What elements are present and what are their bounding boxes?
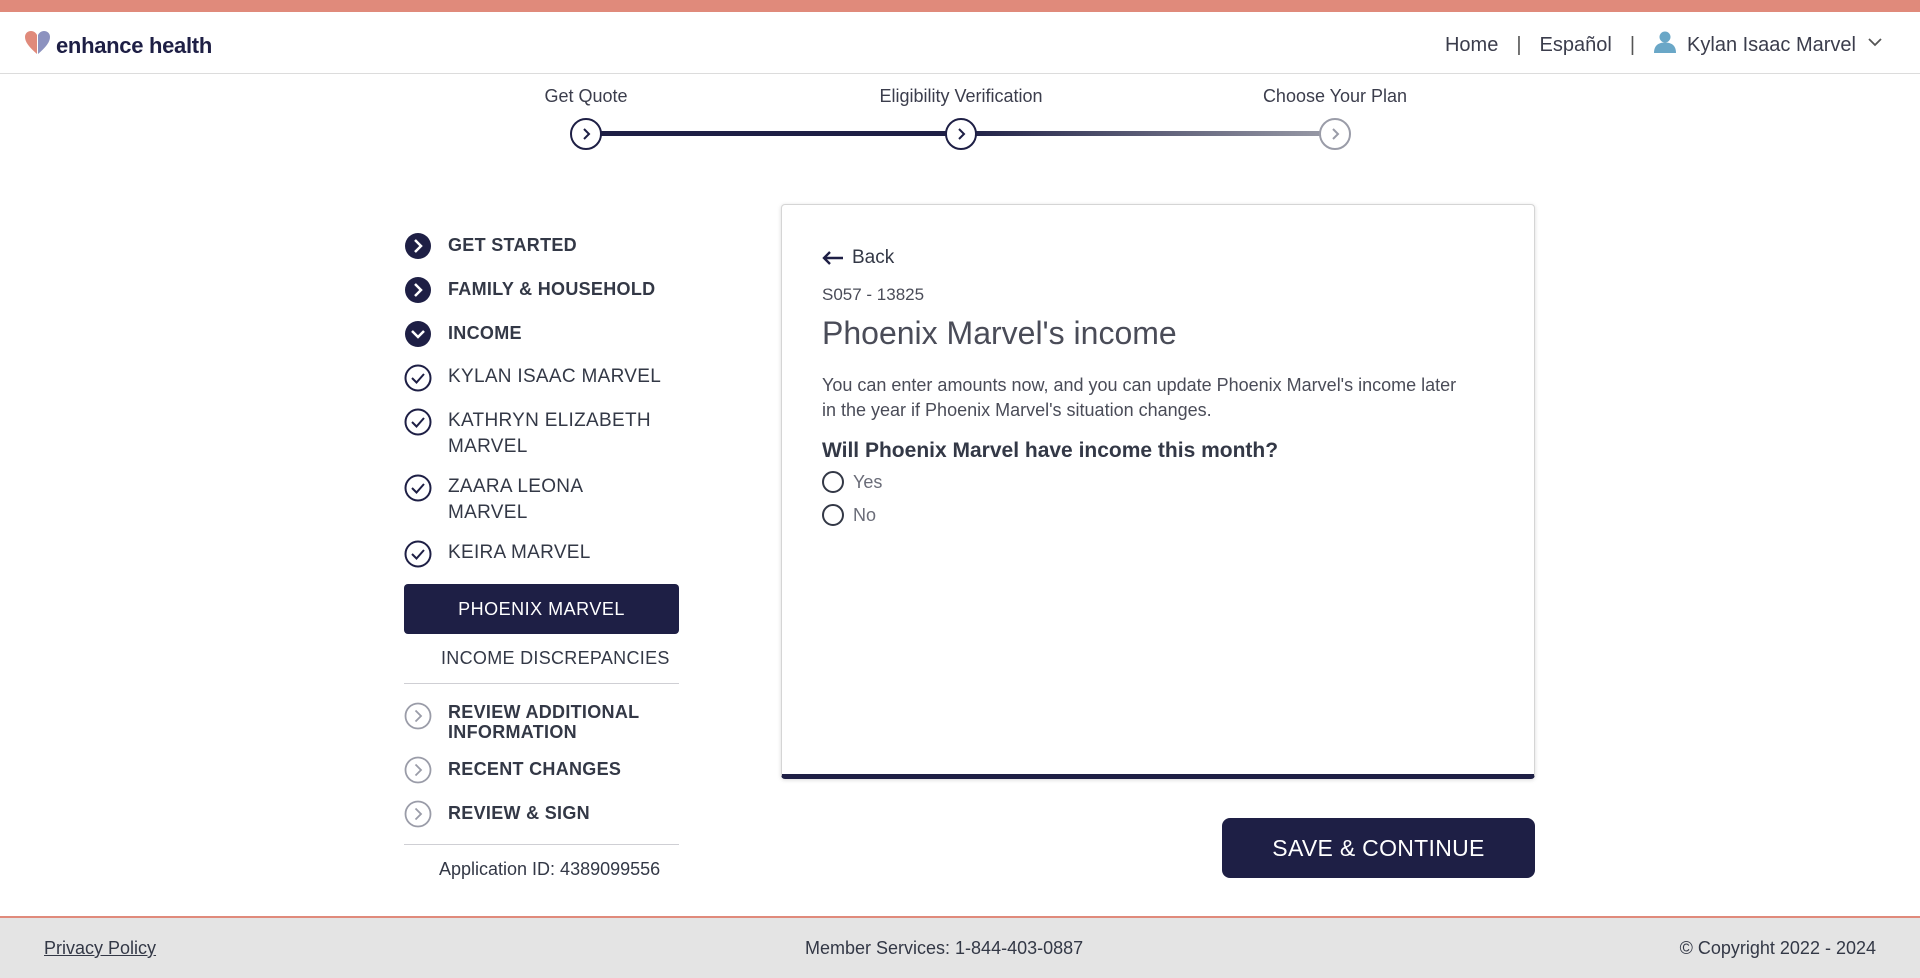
sidebar-item-recent-changes[interactable]: RECENT CHANGES — [404, 756, 680, 786]
chevron-right-filled-icon — [405, 277, 431, 303]
user-name: Kylan Isaac Marvel — [1687, 33, 1856, 56]
radio-label: Yes — [853, 471, 883, 492]
back-link[interactable]: Back — [822, 247, 894, 269]
member-services-text: Member Services: 1-844-403-0887 — [805, 938, 1084, 958]
top-accent-bar — [0, 0, 1920, 12]
income-question: Will Phoenix Marvel have income this mon… — [822, 439, 1279, 462]
site-footer: Privacy Policy Member Services: 1-844-40… — [0, 916, 1920, 978]
chevron-right-icon — [958, 128, 966, 140]
case-id: S057 - 13825 — [822, 285, 925, 304]
sidebar-item-label: INCOME — [448, 323, 522, 343]
chevron-right-icon — [1332, 128, 1340, 140]
step-circle-choose-plan — [1319, 118, 1351, 150]
brand-name: enhance health — [56, 32, 212, 58]
user-icon — [1653, 30, 1677, 60]
copyright-text: © Copyright 2022 - 2024 — [1679, 938, 1876, 958]
check-circle-icon — [404, 408, 432, 436]
income-description: You can enter amounts now, and you can u… — [822, 375, 1457, 420]
step-circle-eligibility[interactable] — [945, 118, 977, 150]
sidebar-member-kathryn[interactable]: KATHRYN ELIZABETH MARVEL — [404, 408, 680, 460]
brand-logo[interactable]: enhance health — [24, 30, 212, 61]
chevron-right-filled-icon — [405, 233, 431, 259]
radio-button[interactable] — [822, 504, 844, 526]
sidebar-member-label: KEIRA MARVEL — [448, 542, 591, 563]
radio-option-yes[interactable]: Yes — [822, 471, 882, 493]
sidebar-divider — [404, 844, 679, 845]
step-label-choose-plan: Choose Your Plan — [1262, 86, 1408, 106]
step-label-get-quote: Get Quote — [544, 86, 628, 106]
chevron-down-icon — [1866, 33, 1884, 57]
back-label: Back — [852, 247, 895, 268]
sidebar-member-zaara[interactable]: ZAARA LEONA MARVEL — [404, 474, 680, 526]
step-label-eligibility: Eligibility Verification — [879, 86, 1043, 106]
sidebar-item-review-additional[interactable]: REVIEW ADDITIONAL INFORMATION — [404, 702, 680, 742]
arrow-left-icon — [822, 251, 843, 265]
application-id: Application ID: 4389099556 — [439, 859, 661, 879]
site-header: enhance health Home | Español | Kylan Is… — [0, 12, 1920, 74]
sidebar-item-get-started[interactable]: GET STARTED — [404, 232, 680, 262]
radio-button[interactable] — [822, 471, 844, 493]
save-continue-button[interactable]: SAVE & CONTINUE — [1222, 818, 1535, 878]
radio-label: No — [853, 504, 877, 525]
sidebar-item-label: RECENT CHANGES — [448, 759, 622, 779]
sidebar-item-family-household[interactable]: FAMILY & HOUSEHOLD — [404, 276, 680, 306]
privacy-policy-link[interactable]: Privacy Policy — [44, 938, 156, 959]
chevron-down-filled-icon — [405, 321, 431, 347]
application-sidebar: GET STARTED FAMILY & HOUSEHOLD INCOME KY… — [404, 232, 680, 880]
stepper-line-pending — [961, 131, 1335, 136]
sidebar-item-label: REVIEW & SIGN — [448, 803, 590, 823]
sidebar-member-label: KYLAN ISAAC MARVEL — [448, 366, 662, 387]
chevron-right-outline-icon — [404, 800, 432, 828]
chevron-right-outline-icon — [404, 756, 432, 784]
check-circle-icon — [404, 364, 432, 392]
user-menu[interactable]: Kylan Isaac Marvel — [1653, 30, 1884, 60]
sidebar-item-label: FAMILY & HOUSEHOLD — [448, 279, 656, 299]
sidebar-member-kylan[interactable]: KYLAN ISAAC MARVEL — [404, 364, 680, 394]
sidebar-member-label: KATHRYN ELIZABETH MARVEL — [448, 410, 651, 457]
nav-separator: | — [1516, 33, 1522, 56]
header-nav: Home | Español | Kylan Isaac Marvel — [1445, 30, 1884, 60]
sidebar-item-label: GET STARTED — [448, 235, 577, 255]
chevron-right-icon — [583, 128, 591, 140]
progress-stepper: Get Quote Eligibility Verification Choos… — [0, 74, 1920, 164]
sidebar-item-label: REVIEW ADDITIONAL INFORMATION — [448, 702, 640, 742]
sidebar-divider — [404, 683, 679, 684]
sidebar-item-review-sign[interactable]: REVIEW & SIGN — [404, 800, 680, 830]
radio-option-no[interactable]: No — [822, 504, 876, 526]
step-circle-get-quote[interactable] — [570, 118, 602, 150]
sidebar-member-phoenix-active[interactable]: PHOENIX MARVEL — [404, 584, 679, 634]
sidebar-member-label: ZAARA LEONA MARVEL — [448, 476, 583, 523]
sidebar-member-keira[interactable]: KEIRA MARVEL — [404, 540, 680, 570]
check-circle-icon — [404, 474, 432, 502]
sidebar-income-discrepancies[interactable]: INCOME DISCREPANCIES — [404, 648, 680, 669]
heart-logo-icon — [24, 30, 52, 61]
income-card: Back S057 - 13825 Phoenix Marvel's incom… — [781, 204, 1535, 779]
nav-language-link[interactable]: Español — [1540, 34, 1612, 57]
nav-separator: | — [1629, 33, 1636, 56]
stepper-line-complete — [586, 131, 961, 136]
chevron-right-outline-icon — [404, 702, 432, 730]
page-title: Phoenix Marvel's income — [822, 315, 1177, 351]
check-circle-icon — [404, 540, 432, 568]
sidebar-item-income[interactable]: INCOME — [404, 320, 680, 350]
nav-home-link[interactable]: Home — [1445, 34, 1498, 57]
